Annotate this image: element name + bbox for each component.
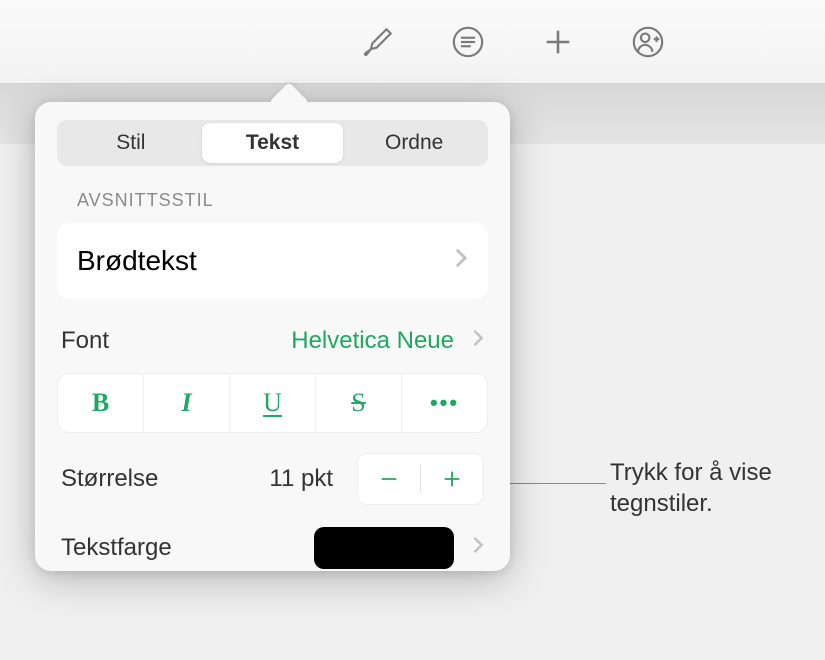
- main-toolbar: [0, 0, 825, 84]
- text-color-swatch[interactable]: [314, 527, 454, 569]
- chevron-right-icon: [454, 247, 468, 275]
- font-row[interactable]: Font Helvetica Neue: [57, 327, 488, 355]
- collaborate-icon[interactable]: [628, 22, 668, 62]
- italic-button[interactable]: I: [144, 374, 230, 432]
- font-label: Font: [61, 327, 109, 355]
- format-button-group: B I U S •••: [57, 373, 488, 433]
- paragraph-style-selector[interactable]: Brødtekst: [57, 223, 488, 299]
- format-tabs: Stil Tekst Ordne: [57, 120, 488, 166]
- callout-text: Trykk for å vise tegnstiler.: [610, 457, 772, 519]
- size-decrease-button[interactable]: [358, 454, 420, 504]
- more-options-button[interactable]: •••: [402, 374, 487, 432]
- list-icon[interactable]: [448, 22, 488, 62]
- size-row: Størrelse 11 pkt: [57, 453, 488, 505]
- size-label: Størrelse: [61, 465, 158, 493]
- plus-icon[interactable]: [538, 22, 578, 62]
- callout-line-2: tegnstiler.: [610, 488, 772, 519]
- chevron-right-icon: [472, 535, 484, 561]
- format-popover: Stil Tekst Ordne AVSNITTSSTIL Brødtekst …: [35, 102, 510, 571]
- font-value: Helvetica Neue: [291, 327, 454, 355]
- callout-leader-line: [498, 483, 606, 484]
- text-color-row[interactable]: Tekstfarge: [57, 527, 488, 571]
- strikethrough-button[interactable]: S: [316, 374, 402, 432]
- paragraph-style-label: AVSNITTSSTIL: [57, 190, 488, 211]
- size-stepper: [357, 453, 484, 505]
- bold-button[interactable]: B: [58, 374, 144, 432]
- paintbrush-icon[interactable]: [358, 22, 398, 62]
- tab-stil[interactable]: Stil: [60, 123, 202, 163]
- size-increase-button[interactable]: [421, 454, 483, 504]
- callout-line-1: Trykk for å vise: [610, 457, 772, 488]
- chevron-right-icon: [472, 328, 484, 354]
- tab-ordne[interactable]: Ordne: [343, 123, 485, 163]
- paragraph-style-value: Brødtekst: [77, 245, 197, 277]
- text-color-label: Tekstfarge: [61, 534, 172, 562]
- size-value: 11 pkt: [269, 465, 333, 493]
- tab-tekst[interactable]: Tekst: [202, 123, 344, 163]
- underline-button[interactable]: U: [230, 374, 316, 432]
